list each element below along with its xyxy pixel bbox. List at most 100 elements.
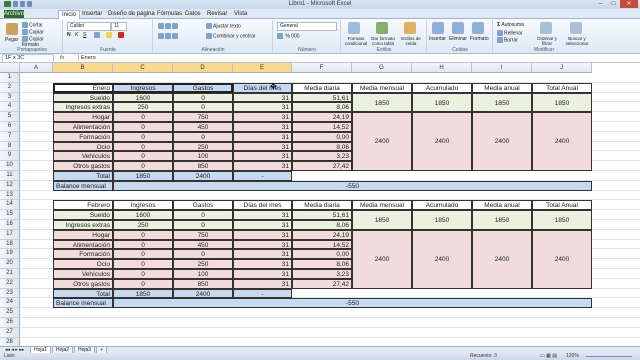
b1-header-0[interactable]: Enero	[53, 82, 113, 93]
b1-ingresos-4[interactable]: 0	[113, 131, 173, 142]
zoom-slider[interactable]	[586, 356, 632, 357]
row-header-22[interactable]: 22	[0, 278, 20, 289]
b1-total-dias[interactable]: -	[233, 171, 292, 181]
view-buttons[interactable]: ▭ ▦ ▤	[540, 353, 557, 360]
paste-button[interactable]: Pegar	[5, 37, 18, 43]
row-header-14[interactable]: 14	[0, 200, 20, 211]
row-header-23[interactable]: 23	[0, 288, 20, 299]
b2-ingresos-3[interactable]: 0	[113, 239, 173, 250]
column-header-g[interactable]: G	[352, 63, 412, 73]
b2-media-diaria-5[interactable]: 8,06	[292, 259, 352, 269]
b2-total-ingresos[interactable]: 1850	[113, 288, 173, 299]
b2-header-0[interactable]: Febrero	[53, 200, 113, 211]
b1-label-0[interactable]: Sueldo	[53, 92, 113, 103]
borders-button[interactable]	[94, 32, 101, 38]
clear-button[interactable]: Borrar	[497, 37, 518, 43]
b2-ingresos-0[interactable]: 1600	[113, 210, 173, 220]
b2-expense-summary-j[interactable]: 2400	[532, 229, 592, 289]
b1-expense-summary-h[interactable]: 2400	[412, 112, 472, 171]
italic-button[interactable]: K	[75, 32, 78, 38]
spreadsheet-grid[interactable]: A B C D E F G H I J 1 2 3 4 5 6 7 8 9 10 11 12 13 14 15 16 17 18 19 2…	[0, 63, 640, 346]
b2-total-label[interactable]: Total	[53, 288, 113, 299]
b2-expense-summary-g[interactable]: 2400	[352, 229, 412, 289]
b2-dias-6[interactable]: 31	[233, 269, 292, 279]
b2-gastos-2[interactable]: 750	[173, 229, 233, 240]
column-header-e[interactable]: E	[233, 63, 292, 73]
b2-dias-7[interactable]: 31	[233, 278, 292, 289]
merge-center-button[interactable]: Combinar y centrar	[206, 33, 256, 39]
b2-media-diaria-3[interactable]: 14,52	[292, 239, 352, 250]
b2-dias-4[interactable]: 31	[233, 249, 292, 260]
row-header-17[interactable]: 17	[0, 229, 20, 240]
b1-total-gastos[interactable]: 2400	[173, 171, 233, 181]
b2-gastos-3[interactable]: 450	[173, 239, 233, 250]
b2-dias-1[interactable]: 31	[233, 220, 292, 230]
b2-gastos-1[interactable]: 0	[173, 220, 233, 230]
b2-header-2[interactable]: Gastos	[173, 200, 233, 211]
b1-gastos-3[interactable]: 450	[173, 122, 233, 132]
find-select-button[interactable]: Buscar y seleccionar	[563, 36, 591, 46]
b2-media-diaria-4[interactable]: 0,00	[292, 249, 352, 260]
fill-button[interactable]: Rellenar	[497, 30, 523, 36]
b1-total-ingresos[interactable]: 1850	[113, 171, 173, 181]
b1-dias-4[interactable]: 31	[233, 131, 292, 142]
close-button[interactable]: ✕	[620, 0, 638, 8]
b1-income-summary-i[interactable]: 1850	[472, 92, 532, 113]
tab-vista[interactable]: Vista	[234, 10, 247, 18]
conditional-format-button[interactable]: Formato condicional	[343, 36, 369, 46]
b2-header-8[interactable]: Total Anual	[532, 200, 592, 211]
fill-color-button[interactable]	[106, 32, 113, 38]
b2-total-dias[interactable]: -	[233, 288, 292, 299]
b2-gastos-5[interactable]: 250	[173, 259, 233, 269]
b1-income-summary-g[interactable]: 1850	[352, 92, 412, 113]
row-header-8[interactable]: 8	[0, 141, 20, 152]
b1-ingresos-3[interactable]: 0	[113, 122, 173, 132]
row-header-9[interactable]: 9	[0, 151, 20, 162]
autosum-button[interactable]: Σ Autosuma	[497, 22, 524, 28]
b1-gastos-7[interactable]: 850	[173, 161, 233, 171]
insert-button[interactable]: Insertar	[429, 36, 446, 42]
fx-icon[interactable]: fx	[60, 54, 64, 62]
b2-total-gastos[interactable]: 2400	[173, 288, 233, 299]
b2-header-5[interactable]: Media mensual	[352, 200, 412, 211]
b2-header-6[interactable]: Acumulado	[412, 200, 472, 211]
b1-ingresos-6[interactable]: 0	[113, 151, 173, 162]
row-header-26[interactable]: 26	[0, 318, 20, 328]
b2-label-0[interactable]: Sueldo	[53, 210, 113, 220]
b1-header-4[interactable]: Media diaria	[292, 82, 352, 93]
b2-dias-5[interactable]: 31	[233, 259, 292, 269]
b1-header-8[interactable]: Total Anual	[532, 82, 592, 93]
b1-expense-summary-g[interactable]: 2400	[352, 112, 412, 171]
b2-label-2[interactable]: Hogar	[53, 229, 113, 240]
b2-ingresos-7[interactable]: 0	[113, 278, 173, 289]
tab-formulas[interactable]: Fórmulas	[157, 10, 182, 18]
b2-ingresos-1[interactable]: 250	[113, 220, 173, 230]
b2-gastos-6[interactable]: 100	[173, 269, 233, 279]
align-top-button[interactable]	[158, 23, 179, 29]
b1-header-7[interactable]: Media anual	[472, 82, 532, 93]
b1-ingresos-2[interactable]: 0	[113, 112, 173, 122]
b2-dias-3[interactable]: 31	[233, 239, 292, 250]
b1-label-1[interactable]: Ingresos extras	[53, 102, 113, 113]
b1-header-1[interactable]: Ingresos	[113, 82, 173, 93]
tab-datos[interactable]: Datos	[185, 10, 201, 18]
b2-dias-0[interactable]: 31	[233, 210, 292, 220]
b1-gastos-4[interactable]: 0	[173, 131, 233, 142]
cell-styles-button[interactable]: Estilos de celda	[398, 36, 424, 46]
currency-button[interactable]: % 000	[277, 33, 300, 39]
tab-revisar[interactable]: Revisar	[207, 10, 227, 18]
row-header-3[interactable]: 3	[0, 92, 20, 103]
row-header-5[interactable]: 5	[0, 112, 20, 122]
name-box[interactable]: 1F x 3C	[2, 54, 54, 63]
b2-label-3[interactable]: Alimentación	[53, 239, 113, 250]
b1-label-3[interactable]: Alimentación	[53, 122, 113, 132]
font-size-select[interactable]: 11	[111, 22, 127, 31]
b1-media-diaria-7[interactable]: 27,42	[292, 161, 352, 171]
b2-label-1[interactable]: Ingresos extras	[53, 220, 113, 230]
bold-button[interactable]: N	[67, 32, 71, 38]
row-header-15[interactable]: 15	[0, 210, 20, 220]
underline-button[interactable]: S	[83, 32, 86, 38]
b2-income-summary-h[interactable]: 1850	[412, 210, 472, 230]
column-header-f[interactable]: F	[292, 63, 352, 73]
b2-income-summary-i[interactable]: 1850	[472, 210, 532, 230]
